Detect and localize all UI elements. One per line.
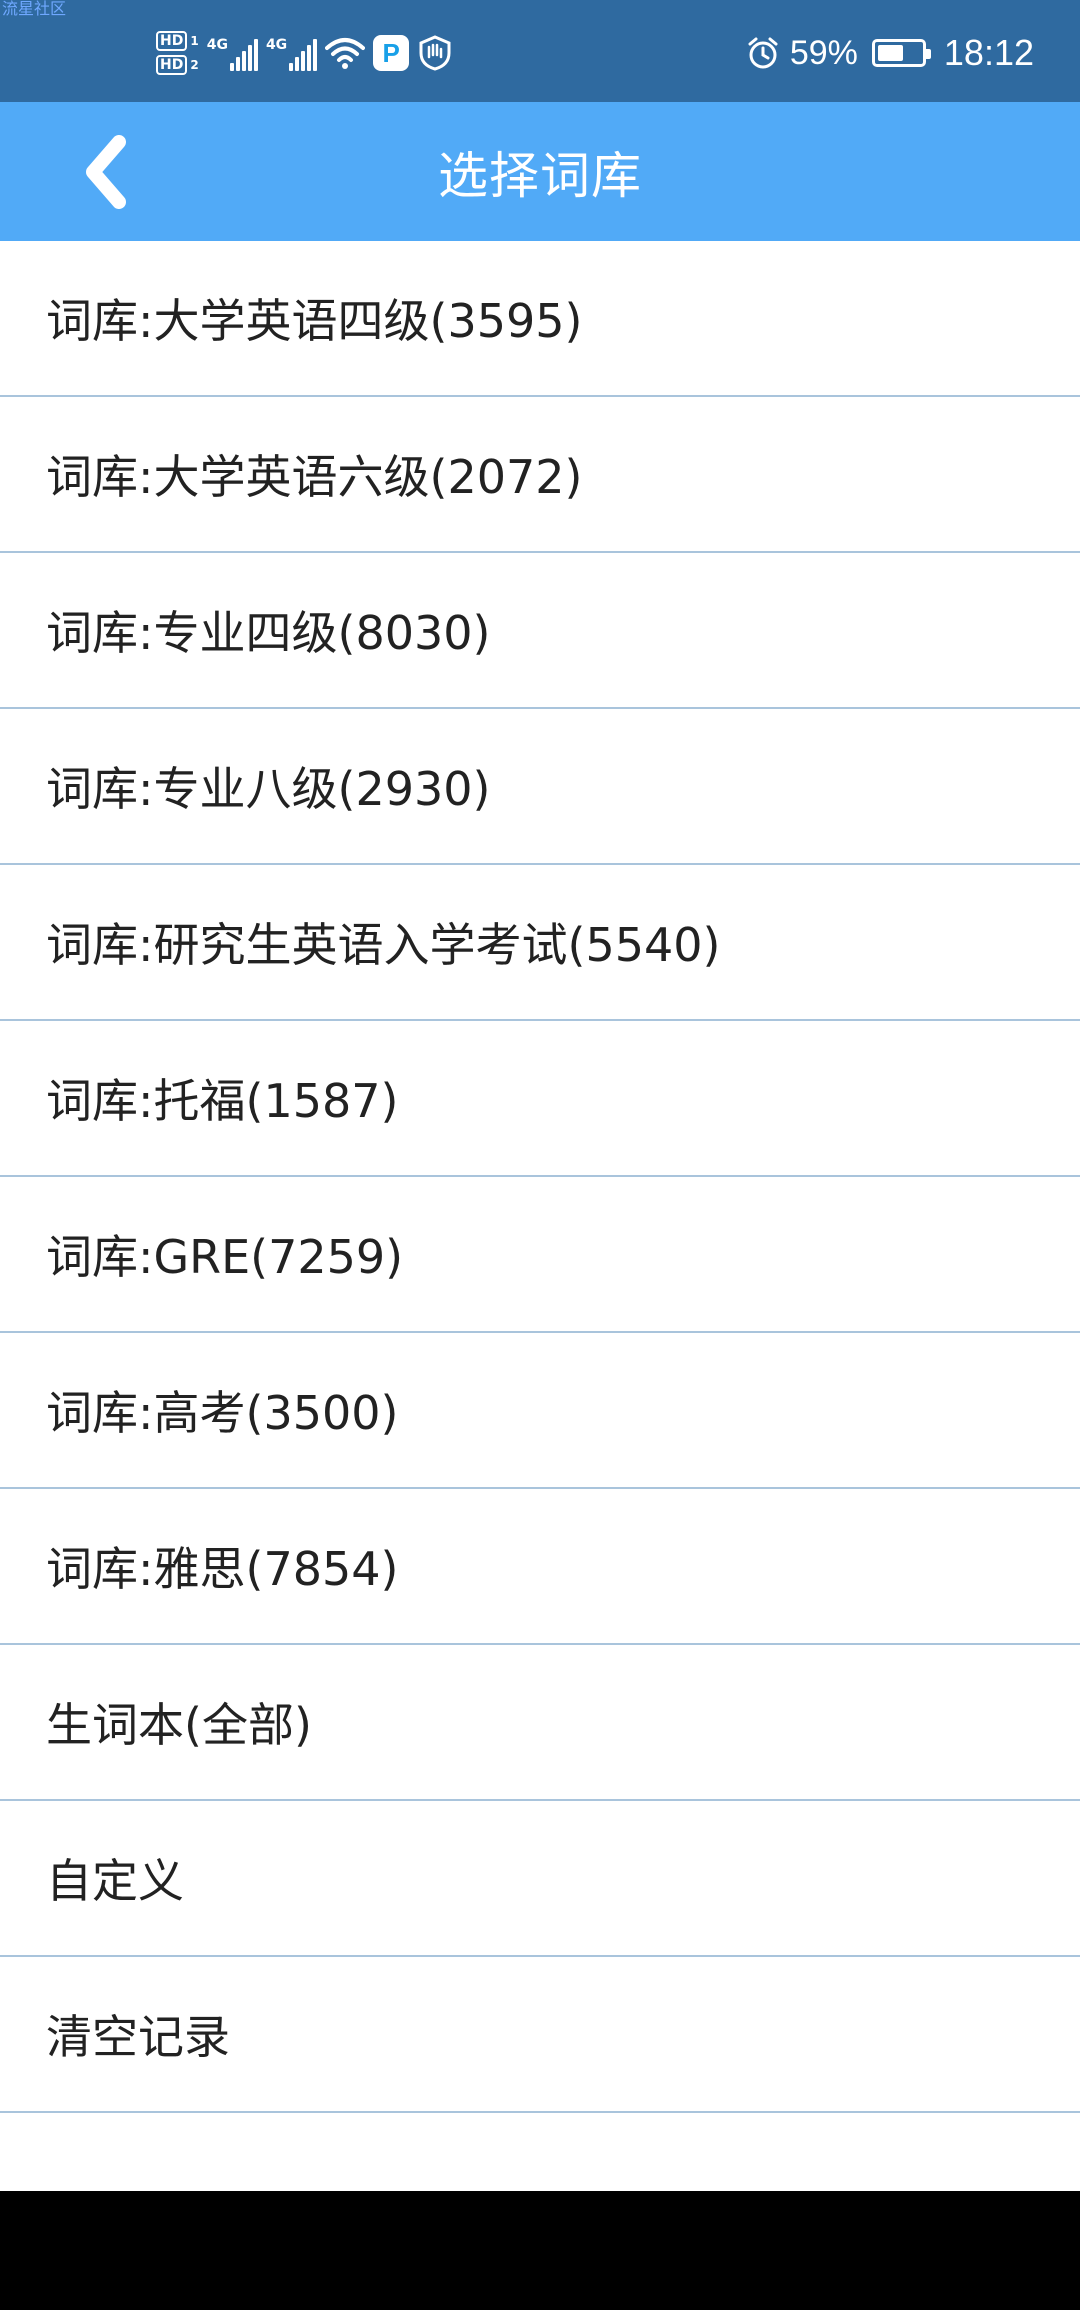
battery-icon <box>871 39 931 67</box>
page-title: 选择词库 <box>438 146 642 205</box>
list-item-new-words-all[interactable]: 生词本(全部) <box>0 1645 1080 1801</box>
list-item-tem8[interactable]: 词库:专业八级(2930) <box>0 709 1080 865</box>
list-item-custom[interactable]: 自定义 <box>0 1801 1080 1957</box>
signal-bar <box>229 63 234 71</box>
hd1-label: HD <box>156 31 188 51</box>
chevron-left-icon <box>86 135 126 209</box>
list-item-cet6[interactable]: 词库:大学英语六级(2072) <box>0 397 1080 553</box>
signal-icon-sim2: 4G <box>265 35 318 71</box>
signal-bar <box>289 63 294 71</box>
list-item-gre[interactable]: 词库:GRE(7259) <box>0 1177 1080 1333</box>
alarm-clock-icon <box>748 37 778 69</box>
hd2-label: HD <box>156 55 188 75</box>
battery-tip <box>925 49 931 59</box>
watermark: 流星社区 <box>2 0 67 18</box>
signal1-label: 4G <box>206 37 228 53</box>
hd1-indicator: HD 1 <box>156 31 199 51</box>
signal-bar <box>295 57 300 71</box>
list-item-cet4[interactable]: 词库:大学英语四级(3595) <box>0 241 1080 397</box>
list-item-postgraduate[interactable]: 词库:研究生英语入学考试(5540) <box>0 865 1080 1021</box>
list-item-toefl[interactable]: 词库:托福(1587) <box>0 1021 1080 1177</box>
status-right-icons: 59% 18:12 <box>746 28 1034 78</box>
signal2-label: 4G <box>265 37 288 53</box>
hd1-sub: 1 <box>190 34 199 48</box>
signal-bar <box>235 57 240 71</box>
signal-bar <box>241 51 246 71</box>
battery-fill <box>877 45 903 61</box>
list-item-gaokao[interactable]: 词库:高考(3500) <box>0 1333 1080 1489</box>
hand-shield-icon <box>419 35 451 71</box>
vocabulary-list: 词库:大学英语四级(3595) 词库:大学英语六级(2072) 词库:专业四级(… <box>0 241 1080 2113</box>
signal-icon-sim1: 4G <box>207 35 258 71</box>
hd2-sub: 2 <box>190 58 199 72</box>
hd2-indicator: HD 2 <box>156 55 199 75</box>
wifi-icon <box>325 38 366 69</box>
back-button[interactable] <box>70 130 140 214</box>
status-bar: 流星社区 HD 1 HD 2 4G 4G P 59% 18:12 <box>0 0 1080 102</box>
app-notification-icon: P <box>373 35 410 71</box>
signal-bar <box>313 39 318 71</box>
signal-bar <box>247 45 252 71</box>
signal-bar <box>253 39 258 71</box>
status-left-icons: HD 1 HD 2 4G 4G P <box>156 28 453 78</box>
clock: 18:12 <box>943 32 1034 73</box>
signal-bar <box>307 45 312 71</box>
hd-indicators: HD 1 HD 2 <box>156 31 199 75</box>
signal-bar <box>301 51 306 71</box>
battery-percent: 59% <box>789 33 858 72</box>
bottom-navigation-area <box>0 2191 1080 2310</box>
list-item-clear-records[interactable]: 清空记录 <box>0 1957 1080 2113</box>
list-item-ielts[interactable]: 词库:雅思(7854) <box>0 1489 1080 1645</box>
list-item-tem4[interactable]: 词库:专业四级(8030) <box>0 553 1080 709</box>
title-bar: 选择词库 <box>0 102 1080 241</box>
